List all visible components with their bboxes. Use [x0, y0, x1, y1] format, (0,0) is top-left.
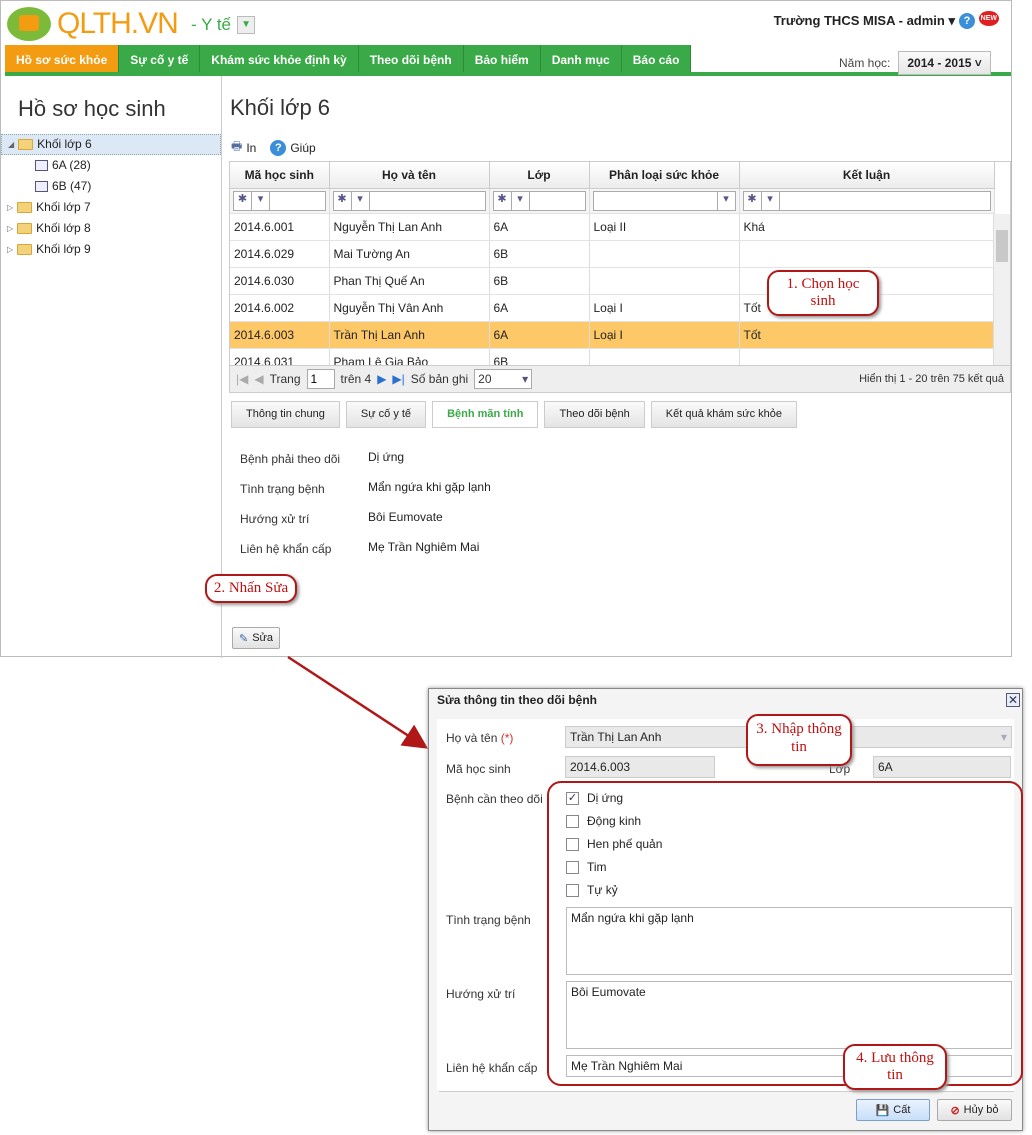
input-highlight: [547, 781, 1023, 1086]
callout-1: 1. Chọn học sinh: [767, 270, 879, 316]
dialog-title: Sửa thông tin theo dõi bệnh: [437, 693, 598, 707]
close-icon[interactable]: ✕: [1006, 693, 1020, 707]
save-button[interactable]: 💾 Cất: [856, 1099, 930, 1121]
student-code-field: 2014.6.003: [565, 756, 715, 778]
save-icon: 💾: [875, 1104, 890, 1117]
arrow: [287, 655, 429, 749]
callout-4: 4. Lưu thông tin: [843, 1044, 947, 1090]
cancel-button[interactable]: ⊘ Hủy bỏ: [937, 1099, 1012, 1121]
callout-3: 3. Nhập thông tin: [746, 714, 852, 766]
class-field: 6A: [873, 756, 1011, 778]
cancel-icon: ⊘: [950, 1104, 960, 1117]
callout-2: 2. Nhấn Sửa: [205, 574, 297, 603]
